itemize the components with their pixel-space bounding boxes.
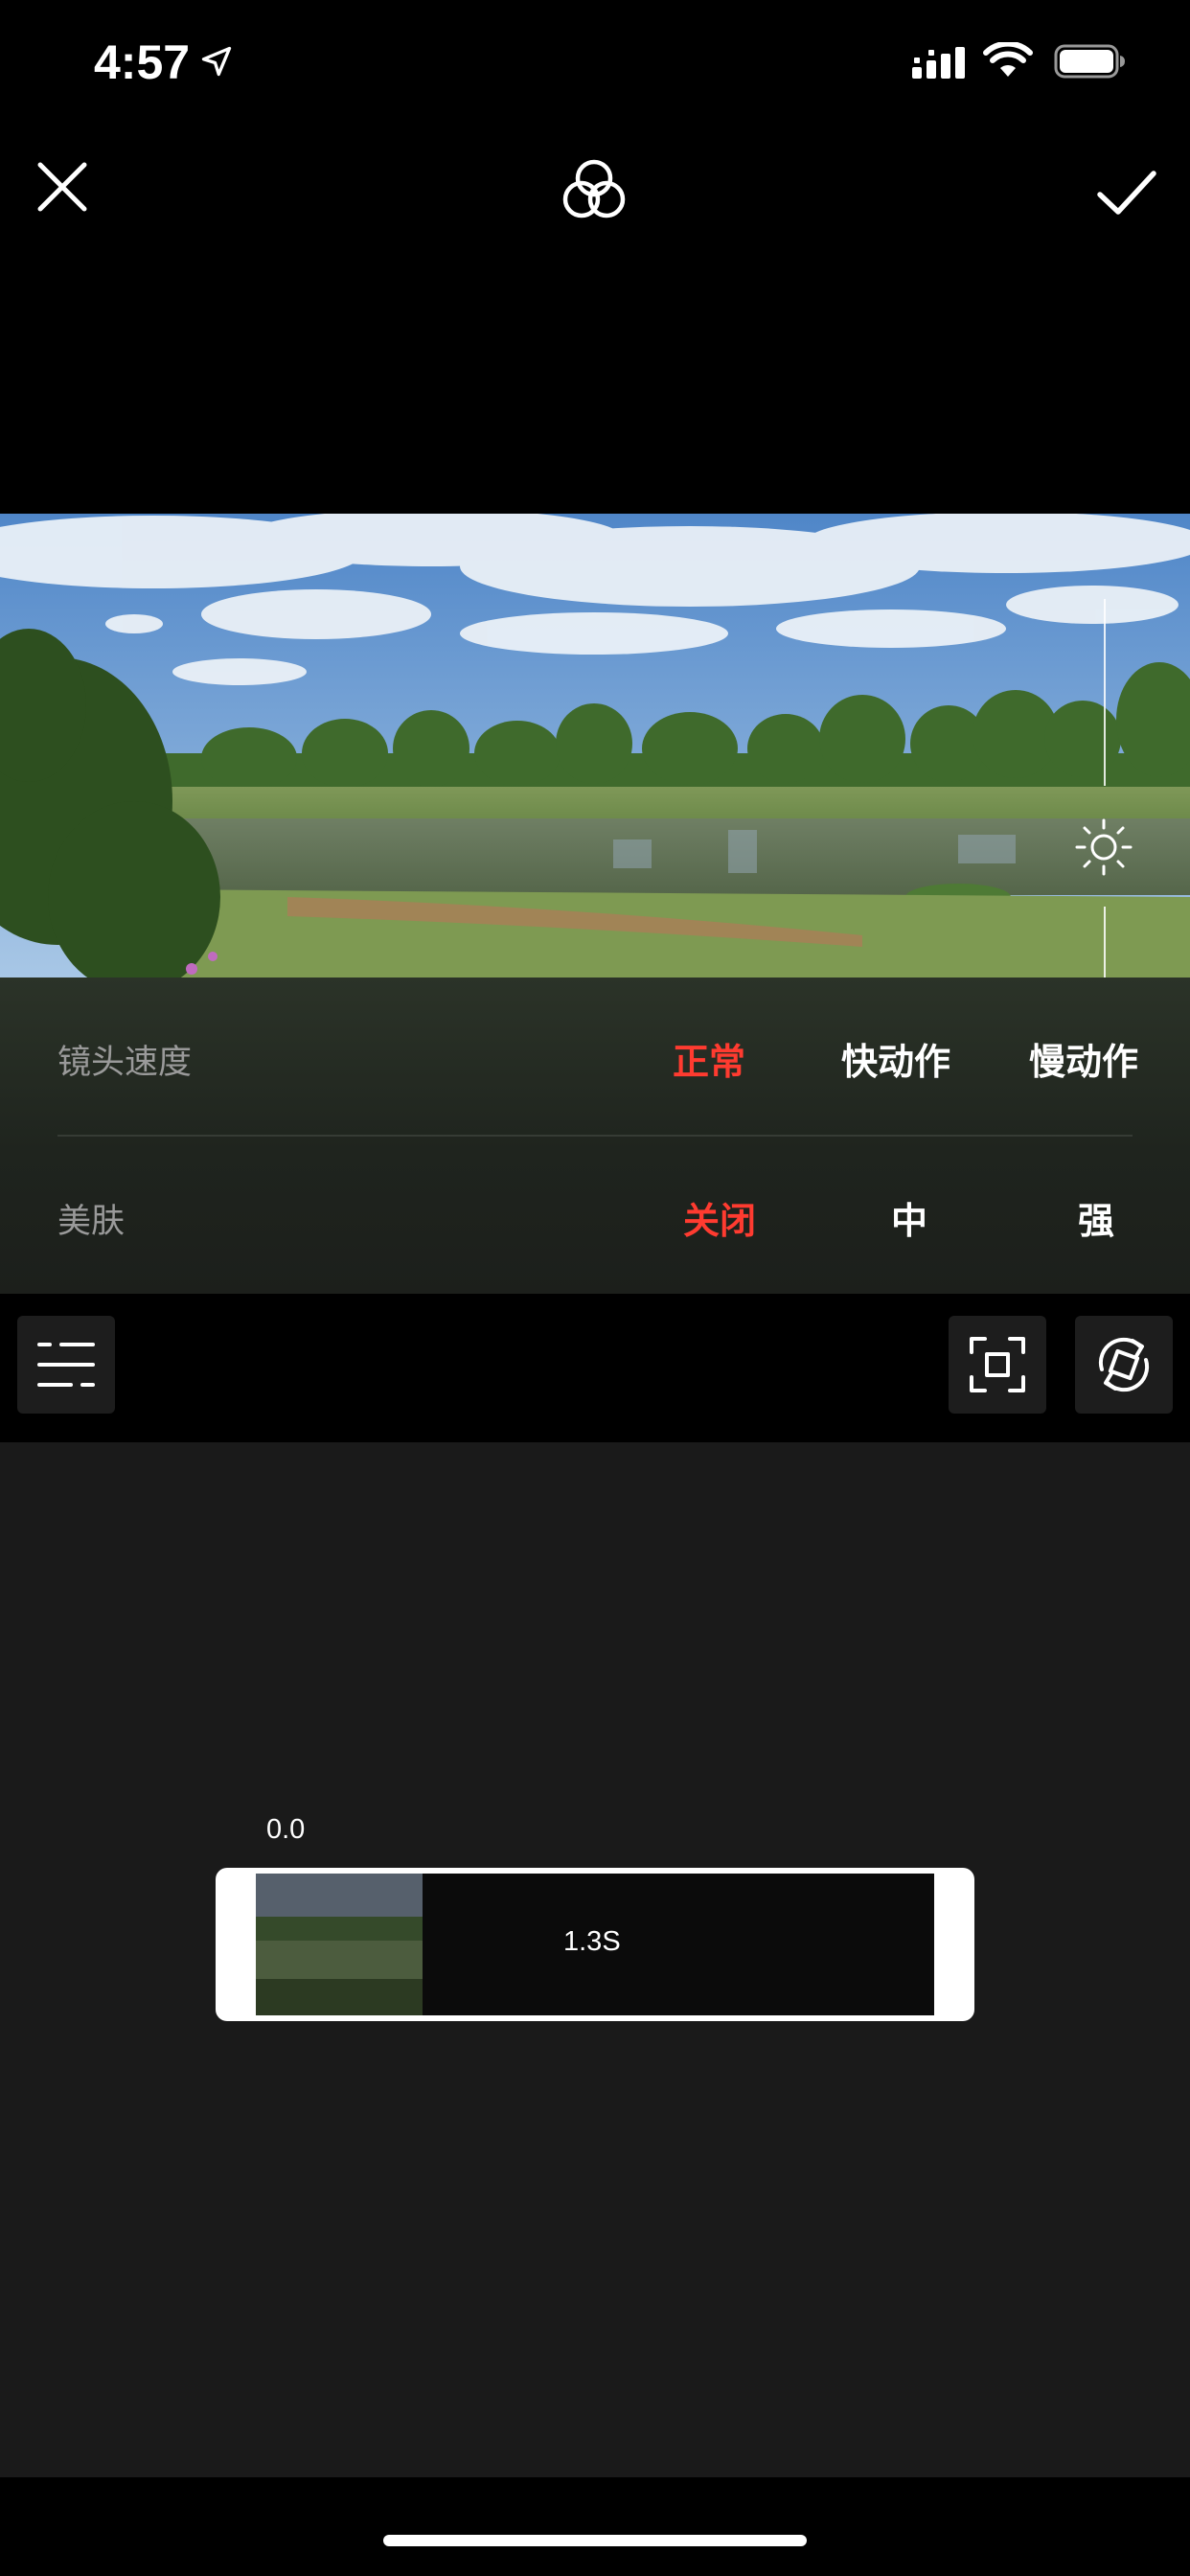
settings-menu-button[interactable]: [17, 1316, 115, 1414]
confirm-button[interactable]: [1092, 158, 1161, 227]
timeline-start-time: 0.0: [266, 1814, 306, 1845]
speed-label: 镜头速度: [57, 1044, 193, 1082]
settings-divider: [57, 1135, 1133, 1137]
cellular-signal-icon: [912, 47, 965, 79]
camera-switch-button[interactable]: [1075, 1316, 1173, 1414]
crop-fullscreen-icon: [970, 1337, 1025, 1392]
settings-list-icon: [37, 1343, 95, 1387]
beauty-option-off[interactable]: 关闭: [683, 1191, 756, 1244]
exposure-slider-track[interactable]: [1104, 599, 1106, 786]
beauty-option-strong[interactable]: 强: [1078, 1191, 1114, 1244]
clip-duration-label: 1.3S: [563, 1926, 621, 1957]
close-icon: [37, 162, 87, 212]
speed-option-slow[interactable]: 慢动作: [1029, 1032, 1138, 1085]
home-indicator[interactable]: [383, 2535, 807, 2546]
clip-track[interactable]: 1.3S: [256, 1874, 934, 2015]
beauty-label: 美肤: [57, 1203, 126, 1241]
checkmark-icon: [1097, 171, 1156, 215]
wifi-icon: [983, 42, 1033, 77]
beauty-option-medium[interactable]: 中: [891, 1191, 927, 1244]
camera-switch-icon: [1098, 1337, 1150, 1392]
close-button[interactable]: [29, 153, 96, 220]
filter-circles-icon: [562, 159, 626, 218]
speed-option-fast[interactable]: 快动作: [841, 1032, 950, 1085]
speed-option-normal[interactable]: 正常: [673, 1032, 745, 1085]
battery-icon: [1054, 44, 1125, 79]
camera-preview[interactable]: [0, 514, 1190, 978]
exposure-slider-track-lower[interactable]: [1104, 907, 1106, 978]
crop-button[interactable]: [949, 1316, 1046, 1414]
filter-button[interactable]: [556, 153, 632, 230]
clip-thumbnail: [256, 1874, 423, 2015]
location-arrow-icon: [201, 46, 232, 77]
sun-icon[interactable]: [1073, 816, 1134, 878]
status-time: 4:57: [94, 35, 191, 89]
